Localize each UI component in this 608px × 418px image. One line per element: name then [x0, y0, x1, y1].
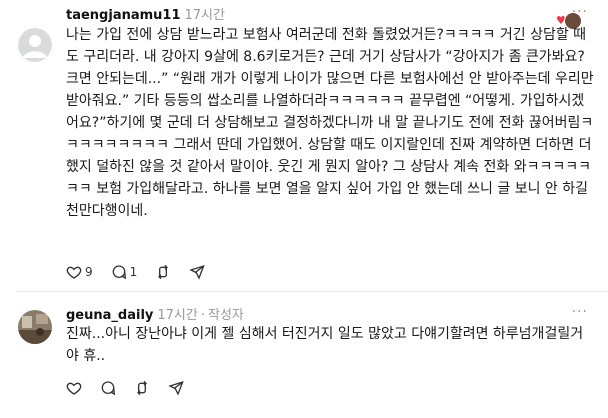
share-button[interactable] — [168, 380, 184, 396]
more-options-button[interactable]: ··· — [572, 304, 588, 320]
author-tag: 작성자 — [207, 308, 244, 323]
avatar[interactable] — [18, 310, 52, 344]
username[interactable]: taengjanamu11 — [66, 8, 181, 23]
post-item: taengjanamu11 17시간 ♥ ··· 나는 가입 전에 상담 받느라고… — [0, 0, 608, 290]
separator-dot: · — [200, 308, 205, 323]
timestamp: 17시간 — [157, 308, 198, 323]
like-count: 9 — [85, 265, 93, 279]
post-header: taengjanamu11 17시간 — [66, 4, 225, 23]
send-icon — [168, 380, 184, 396]
post-text: 진짜...아니 장난아냐 이게 젤 심해서 터진거지 일도 많았고 다얘기할려면… — [66, 326, 584, 364]
share-button[interactable] — [189, 264, 206, 280]
post-text: 나는 가입 전에 상담 받느라고 보험사 여러군데 전화 돌렸었거든?ㅋㅋㅋㅋ … — [66, 27, 594, 219]
post-actions: 9 1 — [66, 264, 223, 280]
comment-icon — [112, 265, 126, 280]
timestamp: 17시간 — [184, 8, 225, 23]
heart-outline-icon — [66, 266, 82, 279]
repost-button[interactable] — [134, 380, 150, 396]
avatar[interactable] — [18, 28, 52, 62]
repost-icon — [137, 380, 147, 396]
repost-button[interactable] — [155, 264, 171, 280]
post-actions — [66, 380, 202, 396]
like-button[interactable]: 9 — [66, 264, 93, 280]
reply-button[interactable] — [100, 380, 116, 396]
post-item: geuna_daily 17시간 · 작성자 ··· 진짜...아니 장난아냐 이게 … — [0, 292, 608, 418]
reply-count: 1 — [129, 265, 138, 279]
like-button[interactable] — [66, 380, 82, 396]
post-header: geuna_daily 17시간 · 작성자 — [66, 304, 244, 323]
reply-button[interactable]: 1 — [111, 264, 138, 280]
repost-icon — [158, 264, 169, 280]
send-icon — [189, 264, 206, 280]
heart-outline-icon — [66, 382, 82, 395]
username[interactable]: geuna_daily — [66, 308, 153, 323]
more-options-button[interactable]: ··· — [572, 4, 588, 20]
comment-icon — [101, 381, 116, 396]
